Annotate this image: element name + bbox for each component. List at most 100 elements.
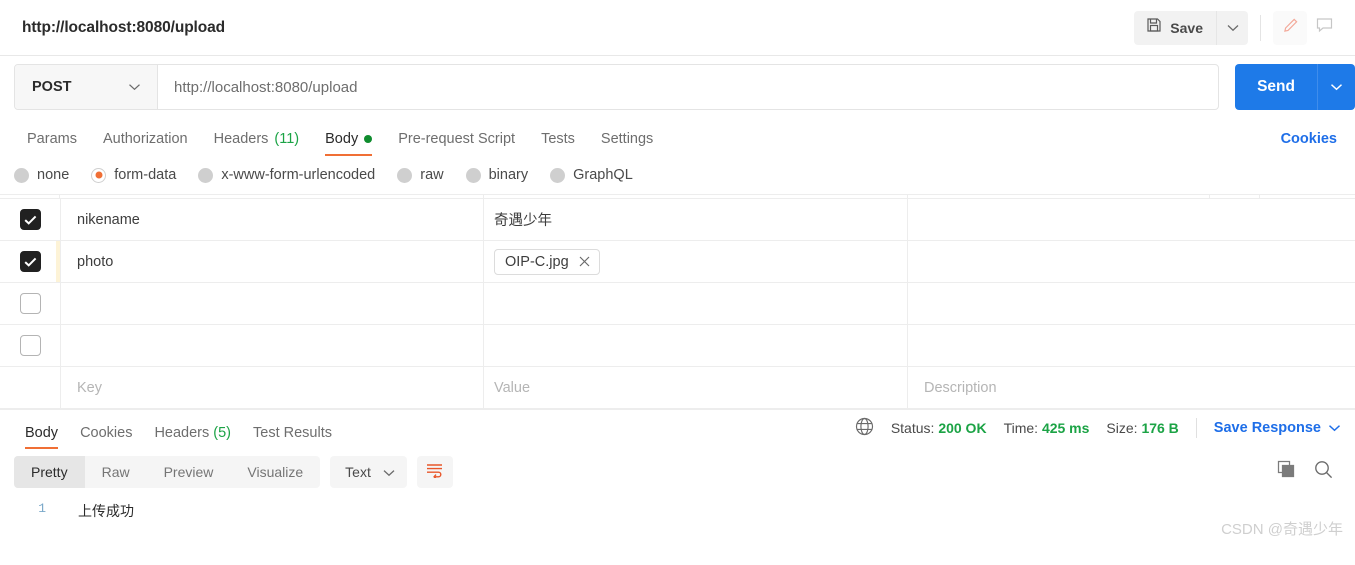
meta-divider — [1195, 418, 1197, 438]
send-button-label: Send — [1257, 78, 1295, 95]
response-tab-test-results[interactable]: Test Results — [242, 425, 343, 449]
response-tab-body[interactable]: Body — [14, 425, 69, 449]
tab-body[interactable]: Body — [312, 131, 385, 156]
time-badge: Time: 425 ms — [1004, 420, 1090, 436]
radio-icon — [465, 167, 481, 183]
response-tab-test-results-label: Test Results — [253, 425, 332, 441]
response-body-text: 上传成功 — [78, 505, 134, 521]
viewer-mode-visualize[interactable]: Visualize — [230, 456, 320, 488]
cookies-link[interactable]: Cookies — [1281, 131, 1337, 147]
body-mode-graphql[interactable]: GraphQL — [550, 167, 633, 183]
response-tab-cookies[interactable]: Cookies — [69, 425, 143, 449]
row-checkbox-checked[interactable] — [19, 251, 41, 272]
row-checkbox-checked[interactable] — [19, 209, 41, 230]
tab-tests[interactable]: Tests — [528, 131, 588, 156]
request-url-input[interactable] — [158, 65, 1219, 109]
body-mode-binary[interactable]: binary — [465, 167, 529, 183]
save-button-label: Save — [1170, 19, 1203, 36]
row-key-cell[interactable]: photo — [60, 241, 484, 282]
viewer-actions — [1277, 460, 1341, 484]
send-button-group: Send — [1235, 64, 1355, 110]
file-chip-label: OIP-C.jpg — [505, 253, 569, 270]
table-row[interactable] — [0, 325, 1355, 367]
response-tabs: Body Cookies Headers (5) Test Results — [14, 410, 343, 449]
file-chip[interactable]: OIP-C.jpg — [494, 248, 600, 275]
radio-icon — [397, 167, 413, 183]
response-tab-cookies-label: Cookies — [80, 425, 133, 441]
search-icon[interactable] — [1314, 460, 1333, 484]
status-badge: Status: 200 OK — [891, 420, 987, 436]
row-description-cell[interactable] — [908, 325, 1355, 366]
row-value-cell[interactable]: 奇遇少年 — [484, 199, 908, 240]
new-row-key-input[interactable]: Key — [60, 367, 484, 408]
body-mode-none[interactable]: none — [14, 167, 69, 183]
save-response-button[interactable]: Save Response — [1214, 420, 1341, 436]
viewer-mode-raw[interactable]: Raw — [85, 456, 147, 488]
table-row[interactable]: nikename 奇遇少年 — [0, 199, 1355, 241]
window-title-bar: http://localhost:8080/upload Save — [0, 0, 1355, 56]
close-icon[interactable] — [579, 254, 590, 270]
tab-headers-label: Headers — [213, 131, 269, 147]
chevron-down-icon — [1227, 19, 1239, 37]
response-tab-bar: Body Cookies Headers (5) Test Results St… — [0, 409, 1355, 449]
chevron-down-icon — [383, 464, 395, 480]
save-options-dropdown[interactable] — [1216, 10, 1248, 45]
row-description-cell[interactable] — [908, 199, 1355, 240]
row-value-cell[interactable]: OIP-C.jpg — [484, 241, 908, 282]
body-mode-form-data[interactable]: form-data — [91, 167, 176, 183]
row-checkbox-cell — [0, 283, 60, 324]
row-checkbox-cell — [0, 325, 60, 366]
viewer-mode-pretty[interactable]: Pretty — [14, 456, 85, 488]
save-button[interactable]: Save — [1134, 10, 1216, 45]
tab-settings[interactable]: Settings — [588, 131, 666, 156]
time-value: 425 ms — [1041, 420, 1090, 436]
radio-selected-icon — [91, 167, 107, 183]
send-button[interactable]: Send — [1235, 64, 1317, 110]
row-description-cell[interactable] — [908, 241, 1355, 282]
status-label: Status: — [890, 420, 935, 436]
row-value-cell[interactable] — [484, 325, 908, 366]
row-key-cell[interactable] — [60, 283, 484, 324]
http-method-selector[interactable]: POST — [15, 65, 158, 109]
table-row[interactable] — [0, 283, 1355, 325]
table-row-new[interactable]: Key Value Description — [0, 367, 1355, 409]
new-row-value-input[interactable]: Value — [484, 367, 908, 408]
edit-request-button[interactable] — [1273, 10, 1307, 45]
row-key-cell[interactable]: nikename — [60, 199, 484, 240]
response-format-selector[interactable]: Text — [330, 456, 407, 488]
response-viewer-toolbar: Pretty Raw Preview Visualize Text — [0, 449, 1355, 495]
tab-pre-request-script[interactable]: Pre-request Script — [385, 131, 528, 156]
response-meta: Status: 200 OK Time: 425 ms Size: 176 B … — [855, 417, 1341, 442]
comments-button[interactable] — [1307, 11, 1341, 45]
radio-icon — [550, 167, 566, 183]
word-wrap-button[interactable] — [416, 456, 453, 488]
tab-authorization[interactable]: Authorization — [90, 131, 201, 156]
response-tab-headers[interactable]: Headers (5) — [143, 425, 242, 449]
body-mode-form-data-label: form-data — [114, 167, 177, 183]
new-row-description-input[interactable]: Description — [908, 367, 1355, 408]
copy-icon[interactable] — [1277, 460, 1296, 484]
toolbar-divider — [1260, 14, 1261, 41]
row-key-cell[interactable] — [60, 325, 484, 366]
table-row[interactable]: photo OIP-C.jpg — [0, 241, 1355, 283]
row-description-cell[interactable] — [908, 283, 1355, 324]
row-checkbox-unchecked[interactable] — [19, 335, 41, 356]
tab-params[interactable]: Params — [14, 131, 90, 156]
body-mode-x-www-form-urlencoded[interactable]: x-www-form-urlencoded — [198, 167, 375, 183]
body-mode-raw[interactable]: raw — [397, 167, 444, 183]
send-options-dropdown[interactable] — [1317, 64, 1355, 110]
http-method-label: POST — [32, 79, 72, 95]
tab-headers[interactable]: Headers (11) — [201, 131, 313, 156]
row-checkbox-cell — [0, 199, 60, 240]
row-checkbox-unchecked[interactable] — [19, 293, 41, 314]
radio-icon — [14, 167, 29, 183]
url-bar: POST — [14, 64, 1220, 110]
globe-icon[interactable] — [855, 417, 874, 439]
size-value: 176 B — [1141, 420, 1179, 436]
row-value-cell[interactable] — [484, 283, 908, 324]
radio-icon — [198, 167, 214, 183]
viewer-mode-preview[interactable]: Preview — [147, 456, 231, 488]
body-mode-urlencoded-label: x-www-form-urlencoded — [221, 167, 376, 183]
body-mode-binary-label: binary — [488, 167, 529, 183]
response-body-viewer[interactable]: 1 上传成功 CSDN @奇遇少年 — [0, 495, 1355, 547]
